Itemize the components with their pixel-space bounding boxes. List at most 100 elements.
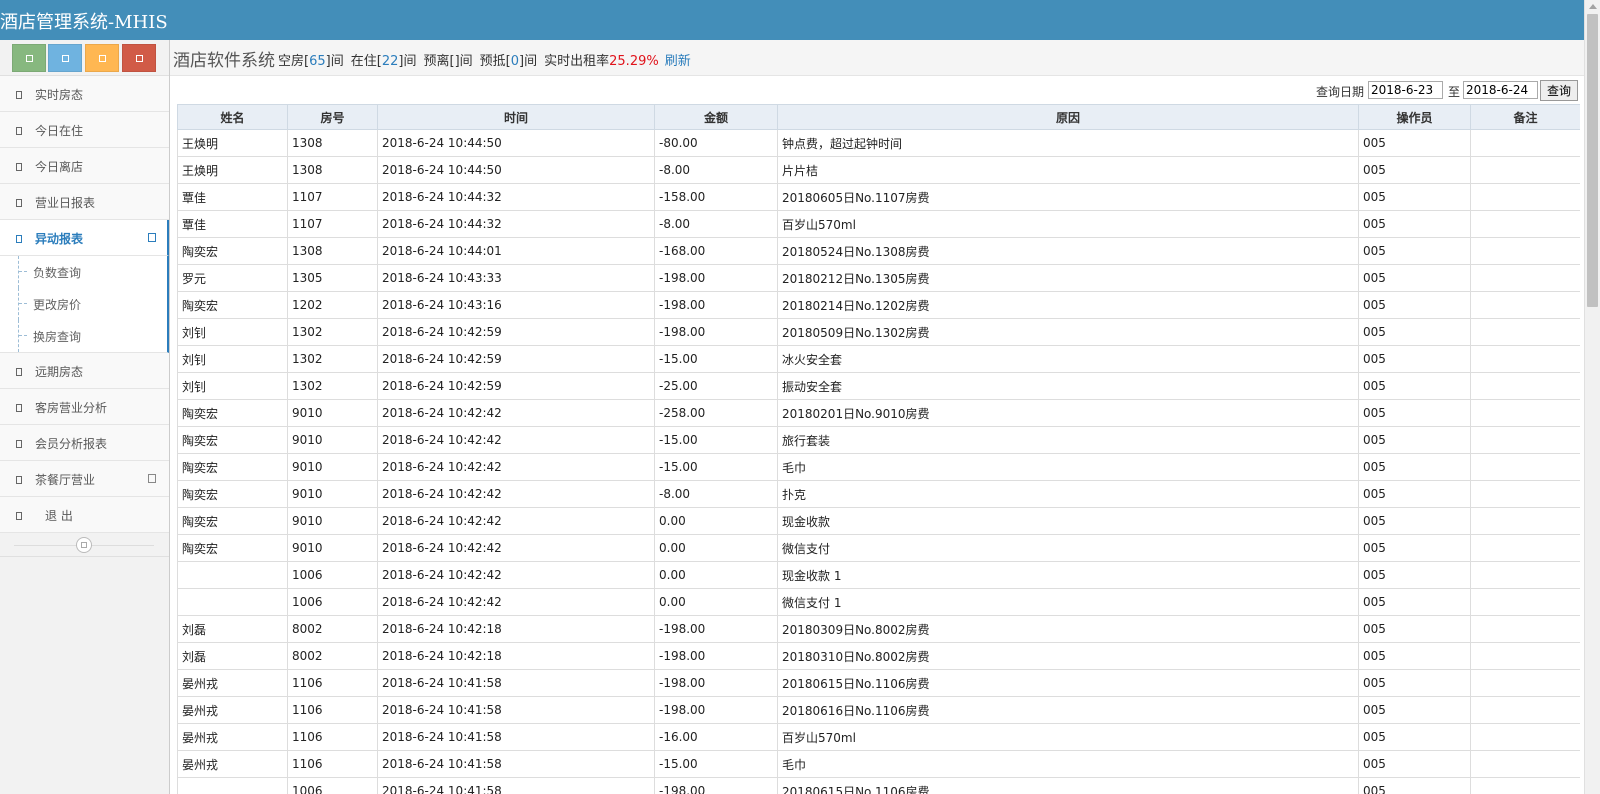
guest-name-cell: 陶奕宏 <box>177 453 288 481</box>
reason-cell: 20180615日No.1106房费 <box>777 777 1359 794</box>
note-cell <box>1470 156 1580 184</box>
empty-rooms-count: 65 <box>309 54 326 69</box>
page-scrollbar[interactable] <box>1584 0 1600 794</box>
table-row[interactable]: 陶奕宏 1308 2018-6-24 10:44:01 -168.00 20180524… <box>177 237 1580 265</box>
column-header[interactable]: 备注 <box>1470 104 1580 130</box>
amount-cell: -16.00 <box>654 723 778 751</box>
amount-cell: -15.00 <box>654 453 778 481</box>
sidebar-item-today-in-house[interactable]: 今日在住 <box>0 112 169 148</box>
sidebar-item-label: 客房营业分析 <box>35 401 108 415</box>
time-cell: 2018-6-24 10:44:32 <box>377 183 655 211</box>
operator-cell: 005 <box>1358 561 1471 589</box>
guest-name-cell: 晏州戎 <box>177 696 288 724</box>
table-row[interactable]: 陶奕宏 9010 2018-6-24 10:42:42 -15.00 旅行套装 005 <box>177 426 1580 454</box>
operator-cell: 005 <box>1358 696 1471 724</box>
room-number-cell: 1106 <box>287 750 378 778</box>
column-header[interactable]: 姓名 <box>177 104 288 130</box>
column-header[interactable]: 时间 <box>377 104 655 130</box>
table-row[interactable]: 1006 2018-6-24 10:42:42 0.00 现金收款 1 005 <box>177 561 1580 589</box>
sidebar-item-realtime-rooms[interactable]: 实时房态 <box>0 76 169 112</box>
date-range-separator: 至 <box>1448 85 1461 99</box>
shortcut-red-button[interactable] <box>122 44 156 72</box>
reason-cell: 现金收款 1 <box>777 561 1359 589</box>
note-cell <box>1470 372 1580 400</box>
shortcut-green-button[interactable] <box>12 44 46 72</box>
table-row[interactable]: 陶奕宏 9010 2018-6-24 10:42:42 -258.00 20180201… <box>177 399 1580 427</box>
sidebar-item-label: 今日在住 <box>35 124 84 138</box>
reason-cell: 20180201日No.9010房费 <box>777 399 1359 427</box>
start-date-input[interactable] <box>1368 81 1443 99</box>
sidebar-item-member-report[interactable]: 会员分析报表 <box>0 425 169 461</box>
table-row[interactable]: 刘磊 8002 2018-6-24 10:42:18 -198.00 20180309日… <box>177 615 1580 643</box>
table-row[interactable]: 晏州戎 1106 2018-6-24 10:41:58 -198.00 20180615… <box>177 669 1580 697</box>
table-row[interactable]: 晏州戎 1106 2018-6-24 10:41:58 -198.00 20180616… <box>177 696 1580 724</box>
shortcut-blue-button[interactable] <box>48 44 82 72</box>
table-row[interactable]: 王焕明 1308 2018-6-24 10:44:50 -80.00 钟点费，超过起钟时… <box>177 129 1580 157</box>
refresh-link[interactable]: 刷新 <box>665 54 691 69</box>
query-button[interactable]: 查询 <box>1540 80 1578 101</box>
scroll-up-icon[interactable] <box>1589 4 1597 9</box>
operator-cell: 005 <box>1358 669 1471 697</box>
table-row[interactable]: 陶奕宏 9010 2018-6-24 10:42:42 0.00 现金收款 005 <box>177 507 1580 535</box>
table-row[interactable]: 陶奕宏 9010 2018-6-24 10:42:42 0.00 微信支付 005 <box>177 534 1580 562</box>
guest-name-cell: 王焕明 <box>177 156 288 184</box>
table-row[interactable]: 陶奕宏 9010 2018-6-24 10:42:42 -15.00 毛巾 005 <box>177 453 1580 481</box>
operator-cell: 005 <box>1358 777 1471 794</box>
end-date-input[interactable] <box>1463 81 1538 99</box>
table-row[interactable]: 刘钊 1302 2018-6-24 10:42:59 -15.00 冰火安全套 005 <box>177 345 1580 373</box>
amount-cell: -15.00 <box>654 345 778 373</box>
table-row[interactable]: 1006 2018-6-24 10:42:42 0.00 微信支付 1 005 <box>177 588 1580 616</box>
room-number-cell: 9010 <box>287 426 378 454</box>
menu-icon <box>16 163 22 171</box>
time-cell: 2018-6-24 10:42:42 <box>377 507 655 535</box>
guest-name-cell <box>177 588 288 616</box>
subitem-negative-query[interactable]: 负数查询 <box>0 256 167 288</box>
menu-icon <box>16 476 22 484</box>
table-row[interactable]: 罗元 1305 2018-6-24 10:43:33 -198.00 20180212日… <box>177 264 1580 292</box>
sidebar-item-change-report[interactable]: 异动报表 <box>0 220 169 256</box>
sidebar-collapse-button[interactable] <box>76 537 92 553</box>
operator-cell: 005 <box>1358 183 1471 211</box>
menu-icon <box>16 235 22 243</box>
operator-cell: 005 <box>1358 156 1471 184</box>
table-row[interactable]: 陶奕宏 9010 2018-6-24 10:42:42 -8.00 扑克 005 <box>177 480 1580 508</box>
column-header[interactable]: 房号 <box>287 104 378 130</box>
reason-cell: 20180524日No.1308房费 <box>777 237 1359 265</box>
collapse-arrow-icon <box>148 233 156 242</box>
sidebar-item-daily-report[interactable]: 营业日报表 <box>0 184 169 220</box>
table-row[interactable]: 覃佳 1107 2018-6-24 10:44:32 -158.00 20180605日… <box>177 183 1580 211</box>
time-cell: 2018-6-24 10:42:42 <box>377 534 655 562</box>
subitem-change-price[interactable]: 更改房价 <box>0 288 167 320</box>
table-row[interactable]: 1006 2018-6-24 10:41:58 -198.00 20180615日No… <box>177 777 1580 794</box>
table-row[interactable]: 覃佳 1107 2018-6-24 10:44:32 -8.00 百岁山570ml 005 <box>177 210 1580 238</box>
column-header[interactable]: 操作员 <box>1358 104 1471 130</box>
subitem-room-change-query[interactable]: 换房查询 <box>0 320 167 352</box>
room-number-cell: 1305 <box>287 264 378 292</box>
sidebar-item-room-analysis[interactable]: 客房营业分析 <box>0 389 169 425</box>
time-cell: 2018-6-24 10:42:42 <box>377 480 655 508</box>
scrollbar-thumb[interactable] <box>1587 14 1598 307</box>
guest-name-cell: 陶奕宏 <box>177 507 288 535</box>
sidebar-item-label: 今日离店 <box>35 160 84 174</box>
table-row[interactable]: 刘钊 1302 2018-6-24 10:42:59 -25.00 振动安全套 005 <box>177 372 1580 400</box>
table-row[interactable]: 王焕明 1308 2018-6-24 10:44:50 -8.00 片片桔 005 <box>177 156 1580 184</box>
sidebar-item-future-rooms[interactable]: 远期房态 <box>0 353 169 389</box>
table-body: 王焕明 1308 2018-6-24 10:44:50 -80.00 钟点费，超过起钟时… <box>177 129 1580 794</box>
amount-cell: -198.00 <box>654 291 778 319</box>
table-row[interactable]: 刘磊 8002 2018-6-24 10:42:18 -198.00 20180310日… <box>177 642 1580 670</box>
sidebar-item-today-checkout[interactable]: 今日离店 <box>0 148 169 184</box>
sidebar-item-tea-restaurant[interactable]: 茶餐厅营业 <box>0 461 169 497</box>
room-number-cell: 9010 <box>287 534 378 562</box>
table-row[interactable]: 晏州戎 1106 2018-6-24 10:41:58 -15.00 毛巾 005 <box>177 750 1580 778</box>
table-row[interactable]: 晏州戎 1106 2018-6-24 10:41:58 -16.00 百岁山570ml 0… <box>177 723 1580 751</box>
amount-cell: -8.00 <box>654 156 778 184</box>
app-title: 酒店管理系统-MHIS <box>0 12 168 33</box>
column-header[interactable]: 原因 <box>777 104 1359 130</box>
sidebar-item-logout[interactable]: 退 出 <box>0 497 169 533</box>
table-row[interactable]: 刘钊 1302 2018-6-24 10:42:59 -198.00 20180509日… <box>177 318 1580 346</box>
table-row[interactable]: 陶奕宏 1202 2018-6-24 10:43:16 -198.00 20180214… <box>177 291 1580 319</box>
shortcut-orange-button[interactable] <box>85 44 119 72</box>
column-header[interactable]: 金额 <box>654 104 778 130</box>
guest-name-cell: 刘钊 <box>177 345 288 373</box>
sidebar-item-label: 会员分析报表 <box>35 437 108 451</box>
